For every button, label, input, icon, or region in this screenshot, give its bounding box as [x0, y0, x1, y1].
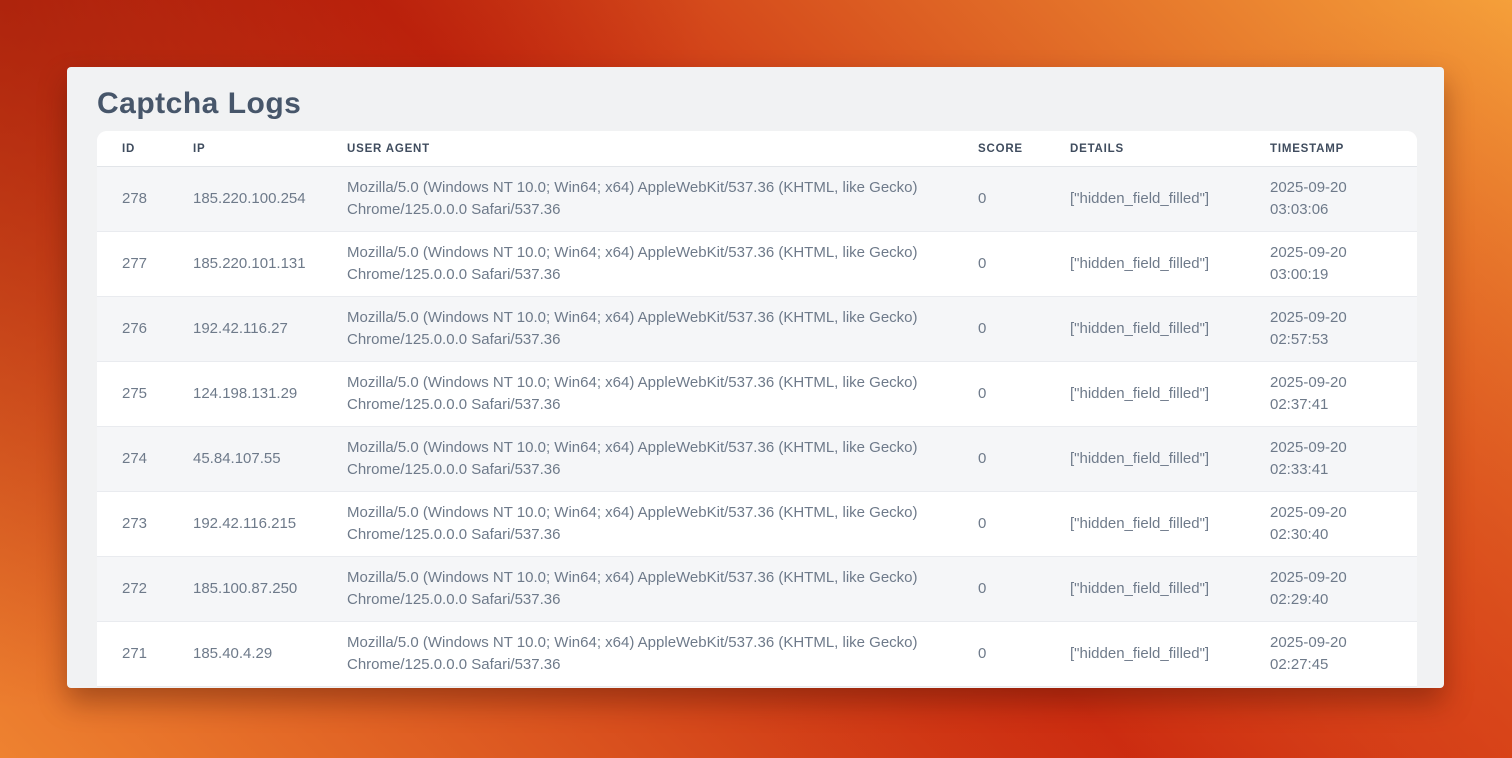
- column-header-score: SCORE: [953, 131, 1045, 167]
- cell-score: 0: [953, 167, 1045, 232]
- table-row: 278 185.220.100.254 Mozilla/5.0 (Windows…: [97, 167, 1417, 232]
- cell-ip: 45.84.107.55: [168, 427, 322, 492]
- page-background: Captcha Logs ID IP USER AGENT SCORE DETA…: [0, 0, 1512, 758]
- cell-user-agent: Mozilla/5.0 (Windows NT 10.0; Win64; x64…: [322, 167, 953, 232]
- cell-user-agent: Mozilla/5.0 (Windows NT 10.0; Win64; x64…: [322, 232, 953, 297]
- cell-score: 0: [953, 622, 1045, 687]
- table-row: 271 185.40.4.29 Mozilla/5.0 (Windows NT …: [97, 622, 1417, 687]
- cell-timestamp: 2025-09-20 03:00:19: [1245, 232, 1417, 297]
- cell-ip: 185.40.4.29: [168, 622, 322, 687]
- cell-timestamp: 2025-09-20 02:33:41: [1245, 427, 1417, 492]
- cell-user-agent: Mozilla/5.0 (Windows NT 10.0; Win64; x64…: [322, 622, 953, 687]
- cell-score: 0: [953, 492, 1045, 557]
- captcha-logs-table: ID IP USER AGENT SCORE DETAILS TIMESTAMP…: [97, 131, 1417, 687]
- table-header-row: ID IP USER AGENT SCORE DETAILS TIMESTAMP: [97, 131, 1417, 167]
- table-body: 278 185.220.100.254 Mozilla/5.0 (Windows…: [97, 167, 1417, 687]
- cell-id: 276: [97, 297, 168, 362]
- table-row: 274 45.84.107.55 Mozilla/5.0 (Windows NT…: [97, 427, 1417, 492]
- cell-timestamp: 2025-09-20 02:30:40: [1245, 492, 1417, 557]
- cell-user-agent: Mozilla/5.0 (Windows NT 10.0; Win64; x64…: [322, 427, 953, 492]
- captcha-logs-card: Captcha Logs ID IP USER AGENT SCORE DETA…: [67, 67, 1444, 688]
- cell-id: 277: [97, 232, 168, 297]
- cell-timestamp: 2025-09-20 02:37:41: [1245, 362, 1417, 427]
- cell-score: 0: [953, 362, 1045, 427]
- column-header-id: ID: [97, 131, 168, 167]
- cell-score: 0: [953, 557, 1045, 622]
- cell-details: ["hidden_field_filled"]: [1045, 427, 1245, 492]
- page-title: Captcha Logs: [97, 67, 1417, 131]
- cell-ip: 185.220.101.131: [168, 232, 322, 297]
- cell-score: 0: [953, 297, 1045, 362]
- cell-id: 273: [97, 492, 168, 557]
- column-header-user-agent: USER AGENT: [322, 131, 953, 167]
- cell-ip: 124.198.131.29: [168, 362, 322, 427]
- cell-ip: 192.42.116.27: [168, 297, 322, 362]
- cell-details: ["hidden_field_filled"]: [1045, 362, 1245, 427]
- cell-timestamp: 2025-09-20 02:29:40: [1245, 557, 1417, 622]
- column-header-timestamp: TIMESTAMP: [1245, 131, 1417, 167]
- table-row: 275 124.198.131.29 Mozilla/5.0 (Windows …: [97, 362, 1417, 427]
- cell-details: ["hidden_field_filled"]: [1045, 232, 1245, 297]
- table-row: 273 192.42.116.215 Mozilla/5.0 (Windows …: [97, 492, 1417, 557]
- cell-score: 0: [953, 427, 1045, 492]
- cell-id: 271: [97, 622, 168, 687]
- column-header-details: DETAILS: [1045, 131, 1245, 167]
- cell-details: ["hidden_field_filled"]: [1045, 557, 1245, 622]
- cell-id: 272: [97, 557, 168, 622]
- cell-user-agent: Mozilla/5.0 (Windows NT 10.0; Win64; x64…: [322, 492, 953, 557]
- cell-user-agent: Mozilla/5.0 (Windows NT 10.0; Win64; x64…: [322, 297, 953, 362]
- cell-details: ["hidden_field_filled"]: [1045, 167, 1245, 232]
- table-row: 277 185.220.101.131 Mozilla/5.0 (Windows…: [97, 232, 1417, 297]
- cell-ip: 185.220.100.254: [168, 167, 322, 232]
- cell-score: 0: [953, 232, 1045, 297]
- cell-ip: 185.100.87.250: [168, 557, 322, 622]
- table-row: 272 185.100.87.250 Mozilla/5.0 (Windows …: [97, 557, 1417, 622]
- cell-timestamp: 2025-09-20 02:57:53: [1245, 297, 1417, 362]
- cell-details: ["hidden_field_filled"]: [1045, 622, 1245, 687]
- cell-ip: 192.42.116.215: [168, 492, 322, 557]
- cell-details: ["hidden_field_filled"]: [1045, 492, 1245, 557]
- cell-id: 275: [97, 362, 168, 427]
- cell-user-agent: Mozilla/5.0 (Windows NT 10.0; Win64; x64…: [322, 362, 953, 427]
- cell-timestamp: 2025-09-20 02:27:45: [1245, 622, 1417, 687]
- cell-details: ["hidden_field_filled"]: [1045, 297, 1245, 362]
- table-row: 276 192.42.116.27 Mozilla/5.0 (Windows N…: [97, 297, 1417, 362]
- cell-timestamp: 2025-09-20 03:03:06: [1245, 167, 1417, 232]
- column-header-ip: IP: [168, 131, 322, 167]
- cell-id: 274: [97, 427, 168, 492]
- cell-user-agent: Mozilla/5.0 (Windows NT 10.0; Win64; x64…: [322, 557, 953, 622]
- cell-id: 278: [97, 167, 168, 232]
